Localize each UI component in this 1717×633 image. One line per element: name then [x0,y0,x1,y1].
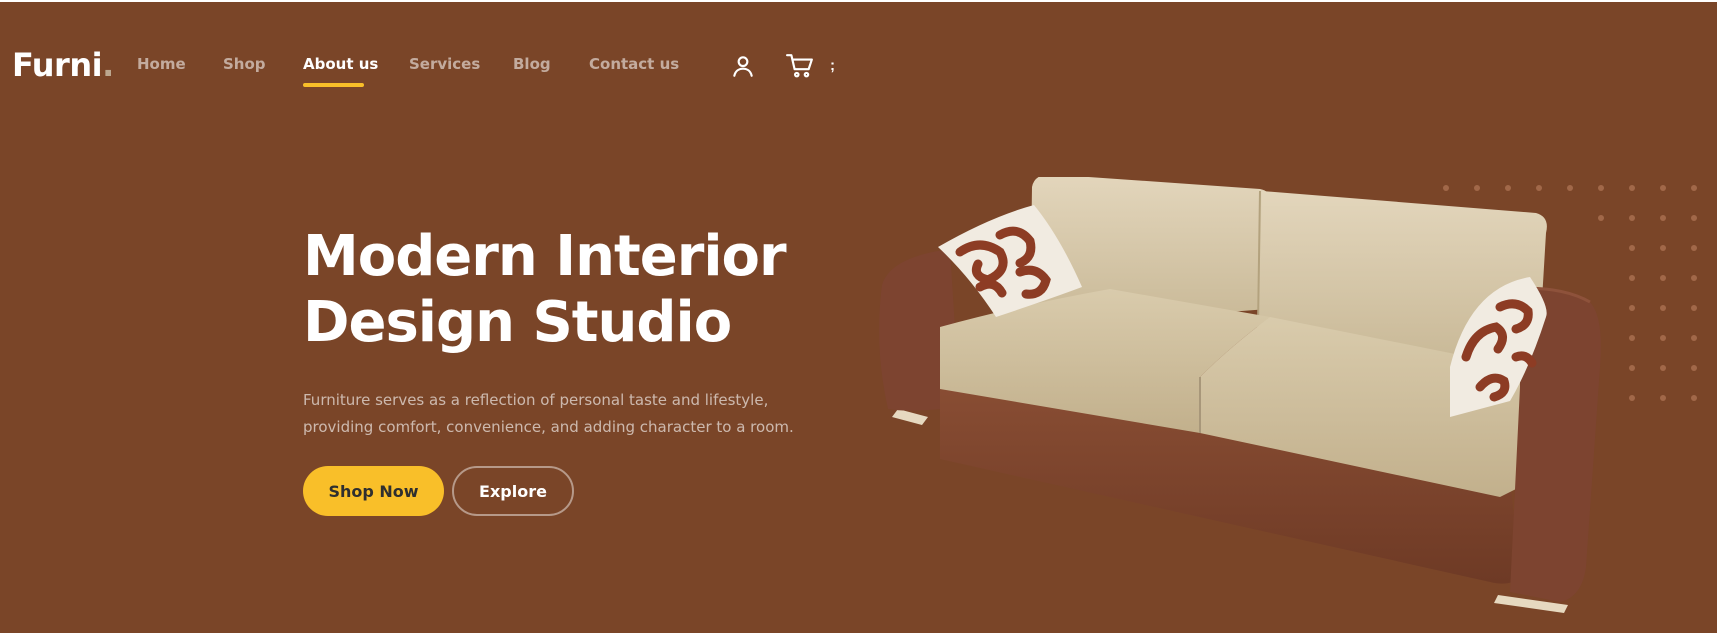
sofa-image [879,177,1601,613]
nav-about-us[interactable]: About us [303,55,378,73]
active-nav-indicator [303,83,364,87]
shop-now-button[interactable]: Shop Now [303,466,444,516]
nav-services[interactable]: Services [409,55,480,73]
hero-title-line-1: Modern Interior [303,224,787,289]
hero-title-line-2: Design Studio [303,290,732,355]
logo[interactable]: Furni. [12,46,114,84]
logo-dot: . [102,46,114,84]
hero-title: Modern Interior Design Studio [303,224,823,356]
hero-description-line-1: Furniture serves as a reflection of pers… [303,391,769,409]
nav-home[interactable]: Home [137,55,186,73]
hero-description-line-2: providing comfort, convenience, and addi… [303,418,794,436]
explore-button[interactable]: Explore [452,466,574,516]
nav-shop[interactable]: Shop [223,55,266,73]
nav-contact-us[interactable]: Contact us [589,55,679,73]
hero-description: Furniture serves as a reflection of pers… [303,387,794,441]
hero-section: Furni. Home Shop About us Services Blog … [0,2,1717,633]
brand-name: Furni [12,46,103,84]
more-icon[interactable]: ; [830,57,838,74]
nav-blog[interactable]: Blog [513,55,551,73]
user-icon[interactable] [730,53,756,79]
cart-icon[interactable] [786,53,814,79]
